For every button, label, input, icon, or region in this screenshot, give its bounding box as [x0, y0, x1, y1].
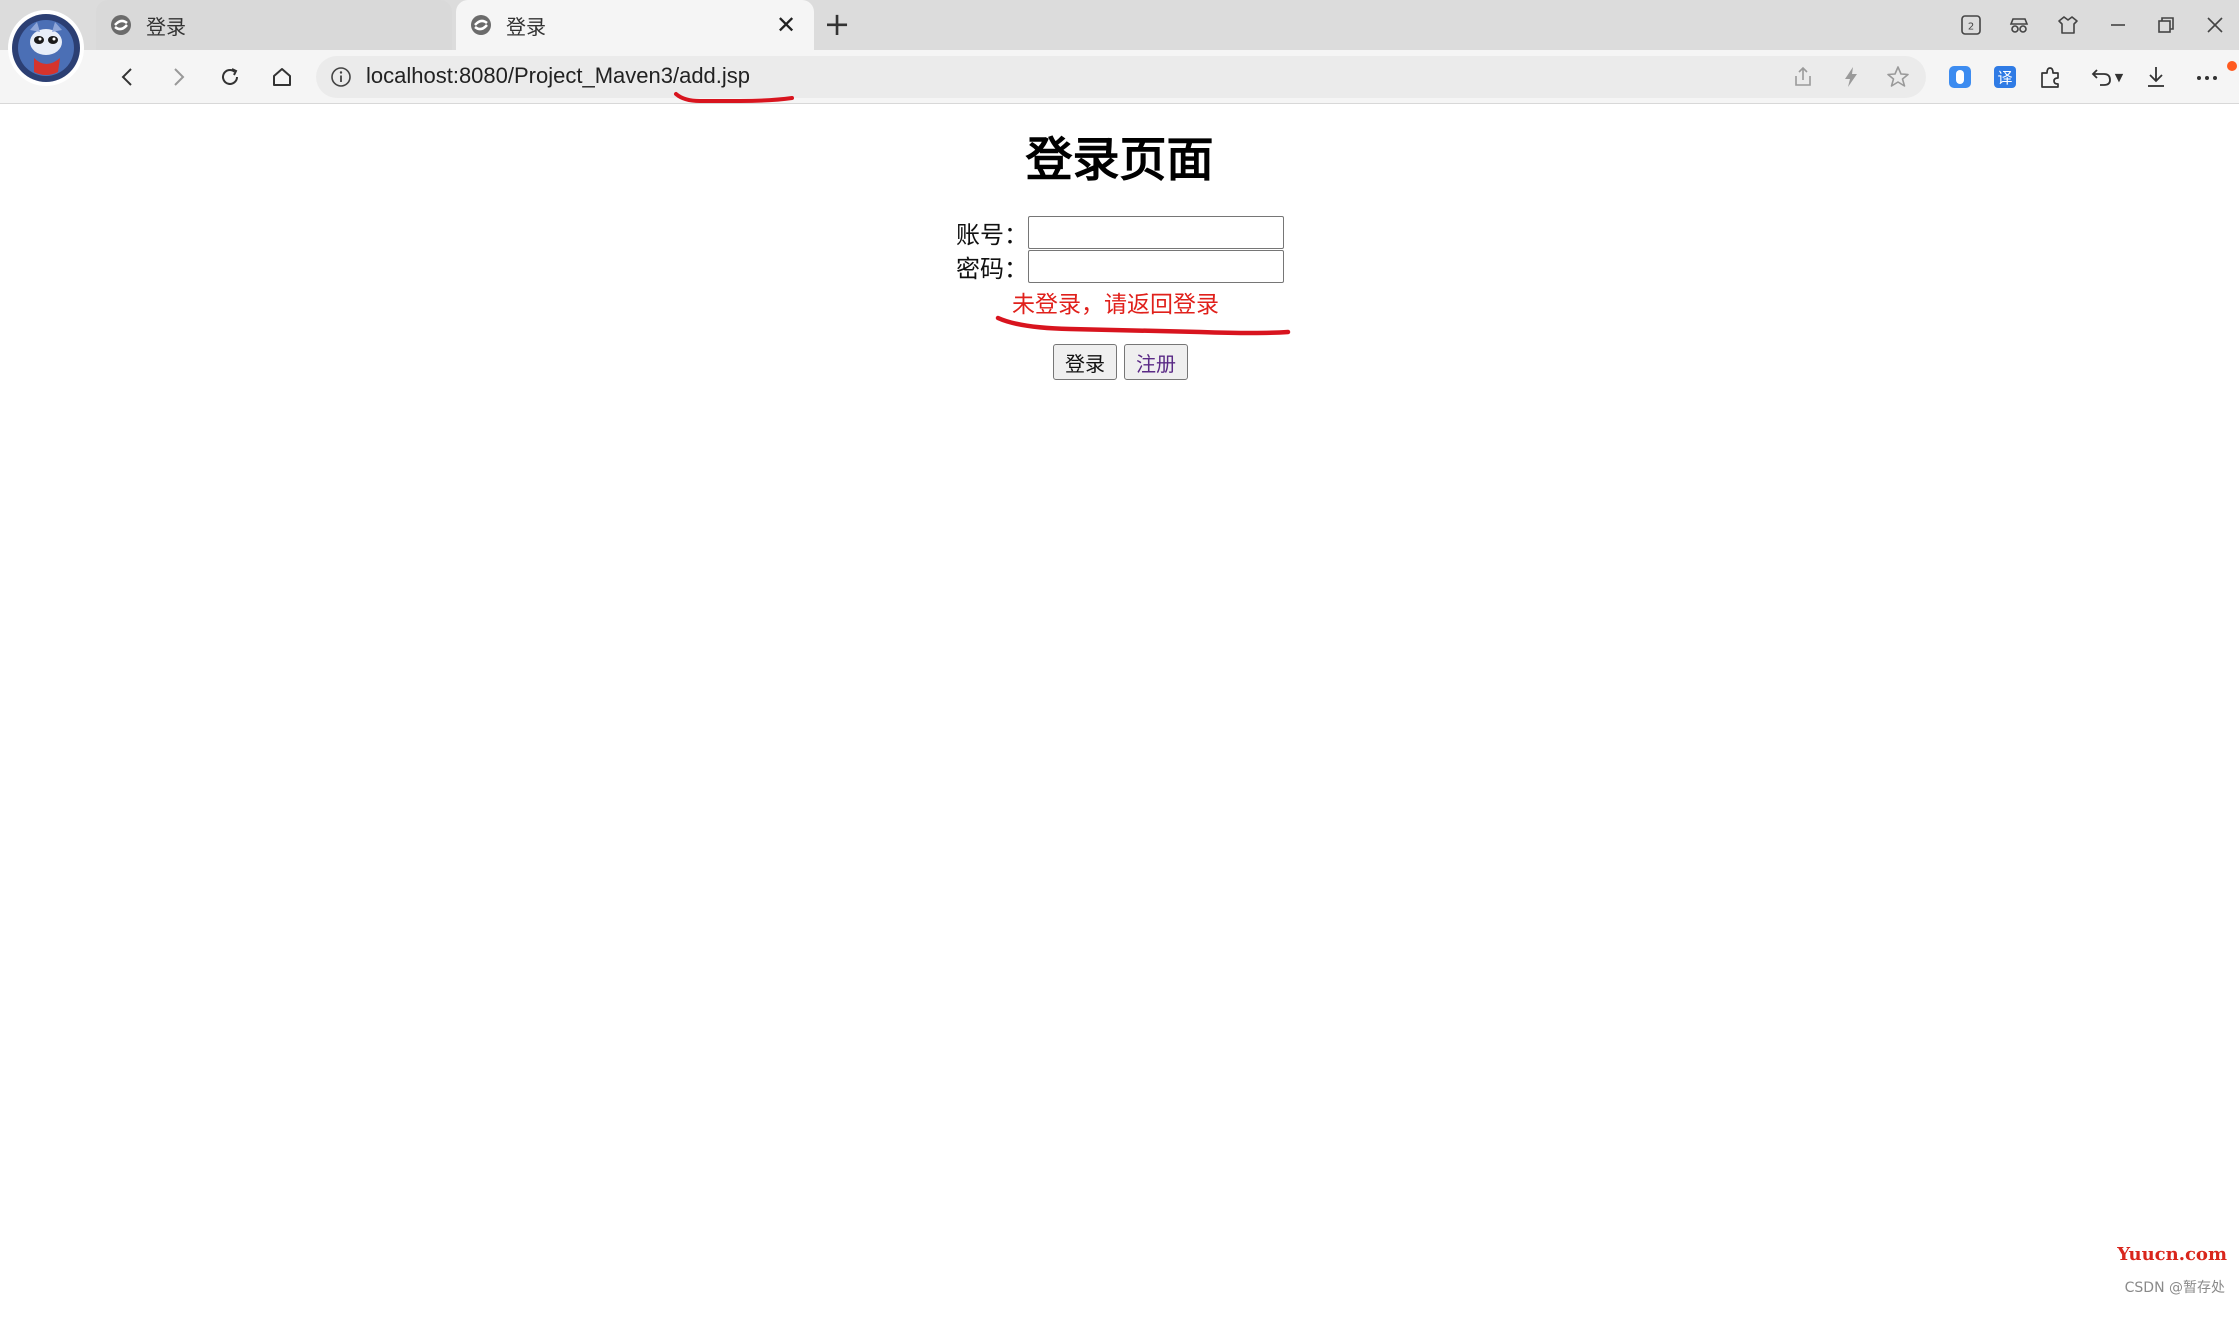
tab-inactive[interactable]: 登录 — [96, 0, 452, 50]
password-row: 密码： — [956, 249, 1284, 283]
more-icon — [2197, 76, 2217, 80]
translate-icon: 译 — [1994, 66, 2016, 88]
download-button[interactable] — [2141, 62, 2171, 92]
back-icon — [121, 68, 132, 86]
close-icon[interactable]: ✕ — [772, 11, 800, 39]
tab-favicon-icon — [471, 15, 491, 35]
translate-label: 译 — [1997, 69, 2012, 87]
address-url[interactable]: localhost:8080/Project_Maven3/add.jsp — [366, 63, 750, 89]
address-bar[interactable]: localhost:8080/Project_Maven3/add.jsp — [316, 56, 1926, 98]
info-icon[interactable] — [330, 66, 352, 88]
share-icon — [1795, 66, 1811, 86]
account-label: 账号： — [956, 220, 1028, 249]
bookmark-button[interactable] — [1885, 64, 1911, 90]
password-label: 密码： — [956, 254, 1028, 283]
home-icon — [273, 68, 291, 86]
login-error-message: 未登录，请返回登录 — [1012, 292, 1219, 318]
translate-extension[interactable]: 译 — [1990, 62, 2020, 92]
browser-toolbar: localhost:8080/Project_Maven3/add.jsp 译 … — [0, 50, 2239, 104]
plus-icon[interactable]: + — [820, 8, 854, 42]
reload-button[interactable] — [212, 59, 248, 95]
minimize-icon — [2111, 24, 2125, 26]
chevron-down-icon: ▼ — [2114, 70, 2124, 84]
home-button[interactable] — [264, 59, 300, 95]
page-title: 登录页面 — [1025, 133, 1214, 188]
undo-icon — [2091, 69, 2111, 86]
star-icon — [1887, 66, 1909, 87]
browser-profile-avatar[interactable] — [8, 10, 84, 86]
extension-icon — [2041, 67, 2059, 88]
minimize-button[interactable] — [2100, 8, 2136, 42]
incognito-icon — [2009, 18, 2029, 33]
skin-button[interactable] — [2050, 8, 2086, 42]
extensions-button[interactable] — [2035, 62, 2065, 92]
tab-strip: 登录 登录 ✕ + 2 — [0, 0, 2239, 86]
login-button[interactable]: 登录 — [1053, 344, 1117, 380]
incognito-button[interactable] — [2001, 8, 2037, 42]
credit-watermark: CSDN @暂存处 — [2124, 1280, 2225, 1296]
tab-title: 登录 — [146, 14, 186, 39]
account-row: 账号： — [956, 215, 1284, 249]
notification-dot — [2227, 61, 2237, 71]
site-watermark: Yuucn.com — [2117, 1244, 2227, 1265]
reload-icon — [222, 68, 238, 85]
extension-badge[interactable] — [1945, 62, 1975, 92]
tab-active[interactable]: 登录 ✕ — [456, 0, 814, 50]
restore-icon — [2158, 17, 2174, 33]
browser-logo-icon — [12, 14, 80, 82]
forward-button[interactable] — [160, 59, 196, 95]
tab-count-text: 2 — [1968, 22, 1974, 33]
web-page: 登录页面 账号： 密码： 未登录，请返回登录 登录 注册 — [0, 105, 2239, 1321]
forward-icon — [174, 68, 185, 86]
password-input[interactable] — [1028, 249, 1284, 283]
share-button[interactable] — [1790, 64, 1816, 90]
shirt-icon — [2058, 16, 2078, 34]
tab-title: 登录 — [506, 14, 546, 39]
menu-button[interactable] — [2192, 62, 2222, 92]
lightning-icon — [1845, 67, 1857, 87]
tab-count-button[interactable]: 2 — [1953, 8, 1989, 42]
back-button[interactable] — [110, 59, 146, 95]
close-window-button[interactable] — [2197, 8, 2233, 42]
undo-close-button[interactable]: ▼ — [2084, 62, 2128, 92]
extension-badge-icon — [1949, 66, 1971, 88]
download-icon — [2148, 67, 2164, 87]
close-icon — [2207, 17, 2223, 33]
tab-count-icon: 2 — [1961, 15, 1981, 35]
restore-button[interactable] — [2148, 8, 2184, 42]
register-button[interactable]: 注册 — [1124, 344, 1188, 380]
account-input[interactable] — [1028, 215, 1284, 249]
speed-mode-button[interactable] — [1838, 64, 1864, 90]
tab-favicon-icon — [111, 15, 131, 35]
